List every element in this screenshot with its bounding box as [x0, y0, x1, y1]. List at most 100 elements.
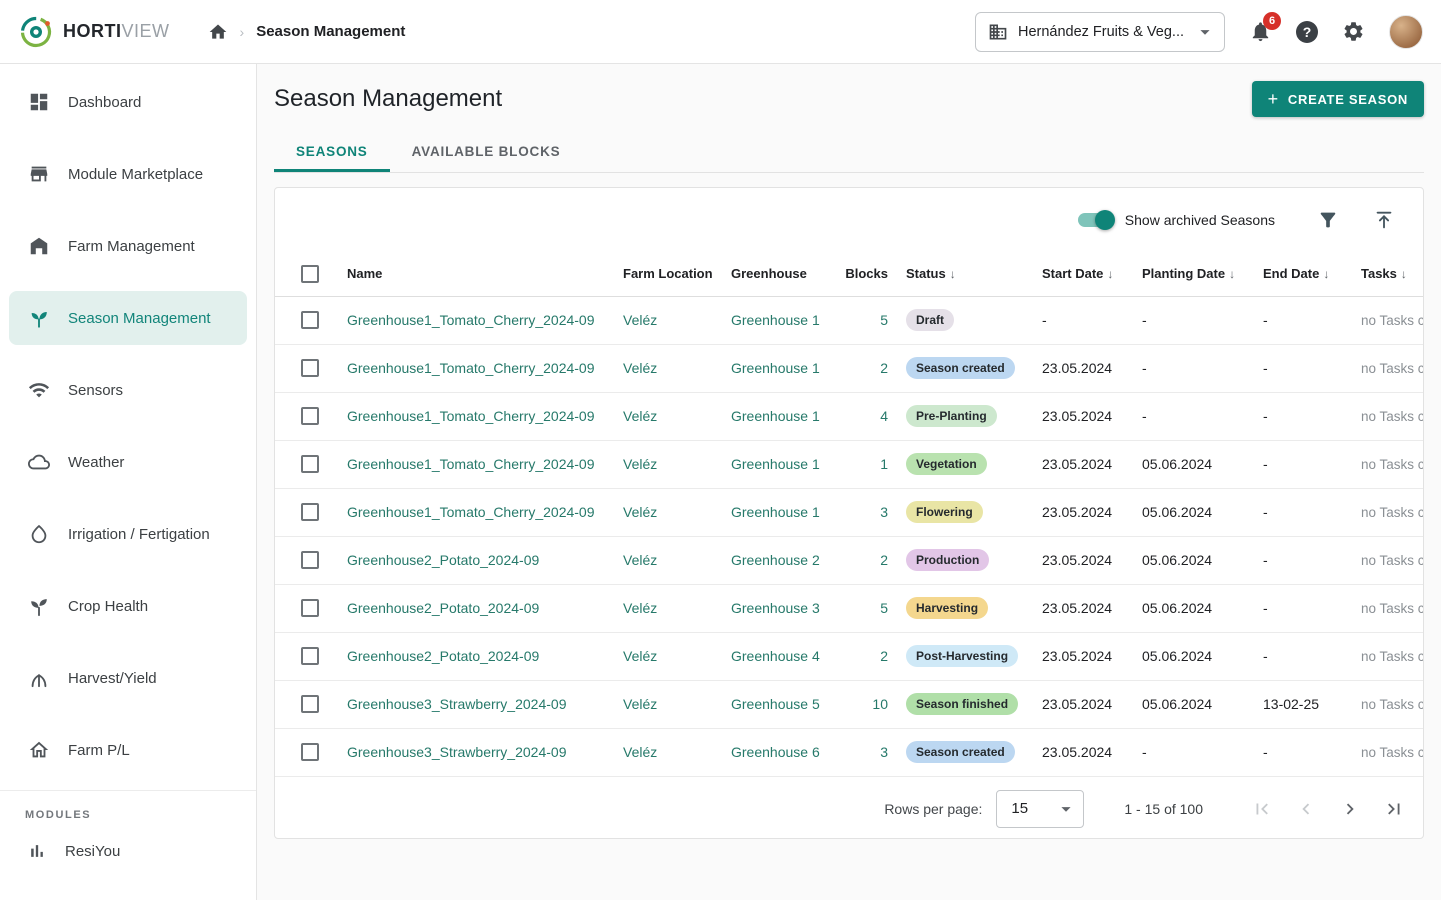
main-content: Season Management + CREATE SEASON SEASON… [257, 64, 1441, 900]
farm-location-link[interactable]: Veléz [623, 648, 657, 664]
col-header-start-date[interactable]: Start Date ↓ [1042, 252, 1142, 297]
tab-available-blocks[interactable]: AVAILABLE BLOCKS [390, 130, 583, 172]
sidebar-item-label: ResiYou [65, 842, 121, 860]
first-page-button[interactable] [1247, 794, 1277, 824]
previous-page-button[interactable] [1291, 794, 1321, 824]
greenhouse-link[interactable]: Greenhouse 4 [731, 648, 820, 664]
greenhouse-link[interactable]: Greenhouse 1 [731, 456, 820, 472]
home-icon[interactable] [208, 22, 228, 42]
farm-location-link[interactable]: Veléz [623, 456, 657, 472]
blocks-link[interactable]: 5 [880, 600, 888, 616]
show-archived-label: Show archived Seasons [1124, 212, 1275, 228]
last-page-button[interactable] [1379, 794, 1409, 824]
blocks-link[interactable]: 2 [880, 552, 888, 568]
sidebar-item-season-management[interactable]: Season Management [0, 282, 256, 354]
greenhouse-link[interactable]: Greenhouse 6 [731, 744, 820, 760]
blocks-link[interactable]: 3 [880, 504, 888, 520]
sidebar-item-resiyou[interactable]: ResiYou [25, 821, 256, 861]
blocks-link[interactable]: 3 [880, 744, 888, 760]
greenhouse-link[interactable]: Greenhouse 5 [731, 696, 820, 712]
greenhouse-link[interactable]: Greenhouse 1 [731, 408, 820, 424]
col-header-farm-location: Farm Location [623, 252, 731, 297]
sidebar-item-farm-management[interactable]: Farm Management [0, 210, 256, 282]
plus-icon: + [1267, 89, 1279, 109]
sidebar-item-farm-pl[interactable]: Farm P/L [0, 714, 256, 786]
greenhouse-link[interactable]: Greenhouse 1 [731, 504, 820, 520]
start-date: 23.05.2024 [1042, 584, 1142, 633]
farm-location-link[interactable]: Veléz [623, 504, 657, 520]
row-checkbox[interactable] [301, 455, 319, 474]
tab-seasons[interactable]: SEASONS [274, 130, 390, 172]
col-header-tasks[interactable]: Tasks ↓ [1361, 252, 1423, 297]
farm-location-link[interactable]: Veléz [623, 600, 657, 616]
planting-date: - [1142, 392, 1263, 441]
blocks-link[interactable]: 5 [880, 312, 888, 328]
col-header-planting-date[interactable]: Planting Date ↓ [1142, 252, 1263, 297]
sidebar-item-crop-health[interactable]: Crop Health [0, 570, 256, 642]
season-name-link[interactable]: Greenhouse2_Potato_2024-09 [347, 600, 539, 616]
select-all-checkbox[interactable] [301, 264, 319, 283]
sidebar-item-harvest-yield[interactable]: Harvest/Yield [0, 642, 256, 714]
sidebar-item-sensors[interactable]: Sensors [0, 354, 256, 426]
row-checkbox[interactable] [301, 743, 319, 762]
table-header-row: Name Farm Location Greenhouse Blocks Sta… [275, 252, 1423, 297]
sensors-icon [28, 379, 50, 401]
row-checkbox[interactable] [301, 647, 319, 666]
col-header-status[interactable]: Status ↓ [906, 252, 1042, 297]
brand-logo[interactable]: HORTIVIEW [18, 14, 170, 50]
season-name-link[interactable]: Greenhouse3_Strawberry_2024-09 [347, 696, 566, 712]
sidebar-item-module-marketplace[interactable]: Module Marketplace [0, 138, 256, 210]
col-header-end-date[interactable]: End Date ↓ [1263, 252, 1361, 297]
greenhouse-link[interactable]: Greenhouse 3 [731, 600, 820, 616]
create-season-button[interactable]: + CREATE SEASON [1251, 81, 1424, 117]
farm-location-link[interactable]: Veléz [623, 744, 657, 760]
help-icon[interactable]: ? [1296, 20, 1318, 43]
season-name-link[interactable]: Greenhouse1_Tomato_Cherry_2024-09 [347, 408, 595, 424]
season-name-link[interactable]: Greenhouse2_Potato_2024-09 [347, 648, 539, 664]
row-checkbox[interactable] [301, 359, 319, 378]
row-checkbox[interactable] [301, 311, 319, 330]
season-name-link[interactable]: Greenhouse1_Tomato_Cherry_2024-09 [347, 360, 595, 376]
farm-location-link[interactable]: Veléz [623, 552, 657, 568]
row-checkbox[interactable] [301, 695, 319, 714]
season-name-link[interactable]: Greenhouse2_Potato_2024-09 [347, 552, 539, 568]
row-checkbox[interactable] [301, 551, 319, 570]
next-page-button[interactable] [1335, 794, 1365, 824]
row-checkbox[interactable] [301, 503, 319, 522]
rows-per-page-select[interactable]: 15 [996, 789, 1085, 828]
greenhouse-link[interactable]: Greenhouse 1 [731, 312, 820, 328]
sidebar-item-dashboard[interactable]: Dashboard [0, 66, 256, 138]
company-selector[interactable]: Hernández Fruits & Veg... [974, 11, 1225, 52]
farm-location-link[interactable]: Veléz [623, 360, 657, 376]
sidebar-item-weather[interactable]: Weather [0, 426, 256, 498]
col-header-greenhouse: Greenhouse [731, 252, 844, 297]
row-checkbox[interactable] [301, 407, 319, 426]
season-name-link[interactable]: Greenhouse1_Tomato_Cherry_2024-09 [347, 312, 595, 328]
settings-gear-icon[interactable] [1342, 20, 1365, 43]
blocks-link[interactable]: 2 [880, 360, 888, 376]
farm-location-link[interactable]: Veléz [623, 408, 657, 424]
season-name-link[interactable]: Greenhouse1_Tomato_Cherry_2024-09 [347, 504, 595, 520]
planting-date: 05.06.2024 [1142, 536, 1263, 585]
irrigation-icon [28, 523, 50, 545]
crop-health-icon [28, 595, 50, 617]
farm-location-link[interactable]: Veléz [623, 312, 657, 328]
show-archived-toggle[interactable] [1077, 210, 1115, 230]
season-name-link[interactable]: Greenhouse1_Tomato_Cherry_2024-09 [347, 456, 595, 472]
export-icon[interactable] [1373, 209, 1395, 231]
blocks-link[interactable]: 10 [872, 696, 888, 712]
dropdown-caret-icon [1194, 21, 1216, 43]
season-name-link[interactable]: Greenhouse3_Strawberry_2024-09 [347, 744, 566, 760]
blocks-link[interactable]: 2 [880, 648, 888, 664]
filter-icon[interactable] [1317, 209, 1339, 231]
farm-location-link[interactable]: Veléz [623, 696, 657, 712]
greenhouse-link[interactable]: Greenhouse 2 [731, 552, 820, 568]
user-avatar[interactable] [1389, 14, 1423, 49]
sidebar-item-irrigation[interactable]: Irrigation / Fertigation [0, 498, 256, 570]
blocks-link[interactable]: 1 [880, 456, 888, 472]
blocks-link[interactable]: 4 [880, 408, 888, 424]
notifications-bell-icon[interactable]: 6 [1249, 12, 1281, 43]
row-checkbox[interactable] [301, 599, 319, 618]
greenhouse-link[interactable]: Greenhouse 1 [731, 360, 820, 376]
sidebar-item-label: Dashboard [68, 93, 142, 111]
